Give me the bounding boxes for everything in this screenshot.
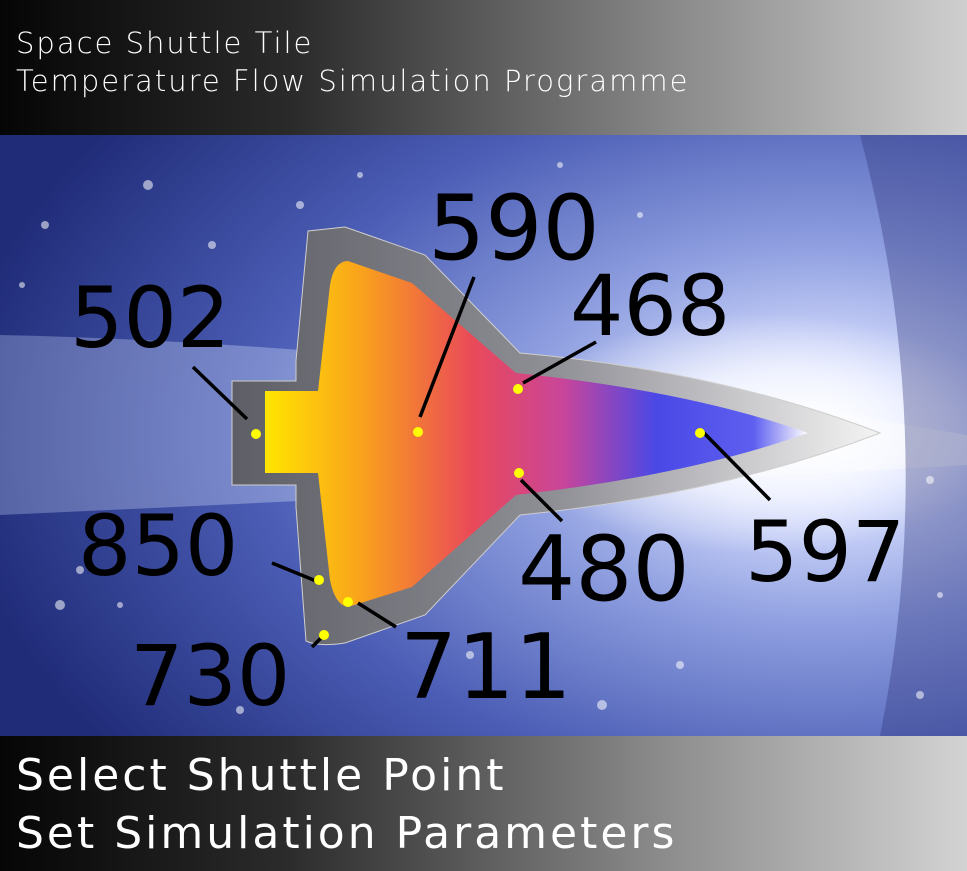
title-line-2: Temperature Flow Simulation Programme: [16, 64, 690, 98]
point-marker-590[interactable]: [413, 427, 423, 437]
temp-label-468: 468: [570, 257, 730, 355]
temp-label-711: 711: [400, 615, 572, 720]
temp-label-502: 502: [70, 269, 230, 367]
point-marker-480[interactable]: [514, 468, 524, 478]
menu-bar: Select Shuttle Point Set Simulation Para…: [0, 736, 967, 871]
point-marker-597[interactable]: [695, 428, 705, 438]
title-line-1: Space Shuttle Tile: [16, 26, 314, 60]
simulation-view: 502 590 468 850 480 597 711 730: [0, 135, 967, 736]
title-bar: Space Shuttle Tile Temperature Flow Simu…: [0, 0, 967, 135]
point-marker-468[interactable]: [513, 384, 523, 394]
temp-label-480: 480: [518, 517, 690, 622]
point-marker-850[interactable]: [314, 575, 324, 585]
temp-label-730: 730: [130, 627, 290, 725]
point-marker-730[interactable]: [319, 630, 329, 640]
temp-label-850: 850: [78, 497, 238, 595]
point-marker-711[interactable]: [343, 597, 353, 607]
select-shuttle-point-option[interactable]: Select Shuttle Point: [16, 750, 506, 801]
set-simulation-parameters-option[interactable]: Set Simulation Parameters: [16, 808, 677, 859]
point-marker-502[interactable]: [251, 429, 261, 439]
temp-label-597: 597: [745, 503, 905, 601]
